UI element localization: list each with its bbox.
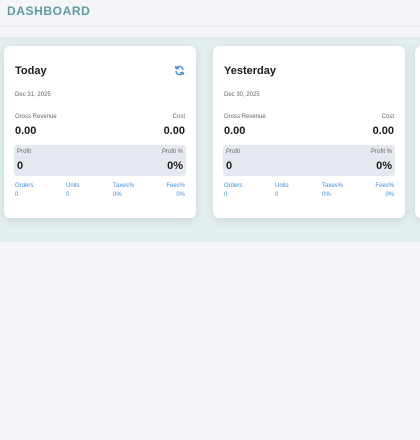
profit-panel: Profit Profit % 0 0% — [223, 145, 395, 176]
stat-value: 0% — [113, 192, 122, 198]
stat-value: 0 — [66, 192, 70, 198]
stat-label: Orders — [15, 183, 34, 189]
cost-label: Cost — [381, 114, 394, 120]
stat-label: Fees% — [375, 183, 394, 189]
units-stat[interactable]: Units 0 — [275, 182, 289, 200]
stat-value: 0 — [15, 192, 19, 198]
stat-value: 0% — [322, 192, 331, 198]
profit-label: Profit — [17, 149, 32, 155]
taxes-stat[interactable]: Taxes% 0% — [322, 182, 343, 200]
profit-panel: Profit Profit % 0 0% — [14, 145, 186, 176]
profit-value: 0 — [17, 160, 24, 172]
stat-label: Units — [275, 183, 289, 189]
stat-label: Taxes% — [322, 183, 344, 189]
orders-stat[interactable]: Orders 0 — [224, 182, 242, 200]
profit-percent-label: Profit % — [161, 149, 183, 155]
profit-percent-value: 0% — [167, 160, 183, 172]
stat-value: 0 — [224, 192, 228, 198]
units-stat[interactable]: Units 0 — [66, 182, 80, 200]
stat-label: Fees% — [166, 183, 185, 189]
gross-revenue-value: 0.00 — [15, 125, 37, 137]
gross-revenue-value: 0.00 — [224, 125, 246, 137]
profit-percent-value: 0% — [376, 160, 392, 172]
stat-label: Taxes% — [113, 183, 135, 189]
refresh-icon[interactable] — [174, 65, 185, 76]
profit-value: 0 — [226, 160, 233, 172]
gross-revenue-label: Gross Revenue — [15, 114, 57, 120]
stat-value: 0% — [385, 192, 394, 198]
stat-value: 0 — [275, 192, 279, 198]
stat-label: Units — [66, 183, 80, 189]
stat-label: Orders — [224, 183, 243, 189]
card-date: Dec 31, 2025 — [15, 92, 51, 98]
stat-value: 0% — [176, 192, 185, 198]
today-card: Today Dec 31, 2025 Gross Revenue Cost 0.… — [4, 46, 196, 218]
gross-revenue-label: Gross Revenue — [224, 114, 266, 120]
taxes-stat[interactable]: Taxes% 0% — [113, 182, 134, 200]
orders-stat[interactable]: Orders 0 — [15, 182, 33, 200]
profit-label: Profit — [226, 149, 241, 155]
fees-stat[interactable]: Fees% 0% — [166, 182, 185, 200]
cost-value: 0.00 — [163, 125, 185, 137]
cost-label: Cost — [172, 114, 185, 120]
fees-stat[interactable]: Fees% 0% — [375, 182, 394, 200]
top-bar: DASHBOARD — [0, 0, 420, 27]
card-title: Yesterday — [224, 65, 276, 77]
app-title: DASHBOARD — [7, 4, 91, 18]
card-title: Today — [15, 65, 47, 77]
profit-percent-label: Profit % — [370, 149, 392, 155]
card-date: Dec 30, 2025 — [224, 92, 260, 98]
yesterday-card: Yesterday Dec 30, 2025 Gross Revenue Cos… — [213, 46, 405, 218]
next-card-edge — [415, 46, 420, 218]
cost-value: 0.00 — [372, 125, 394, 137]
